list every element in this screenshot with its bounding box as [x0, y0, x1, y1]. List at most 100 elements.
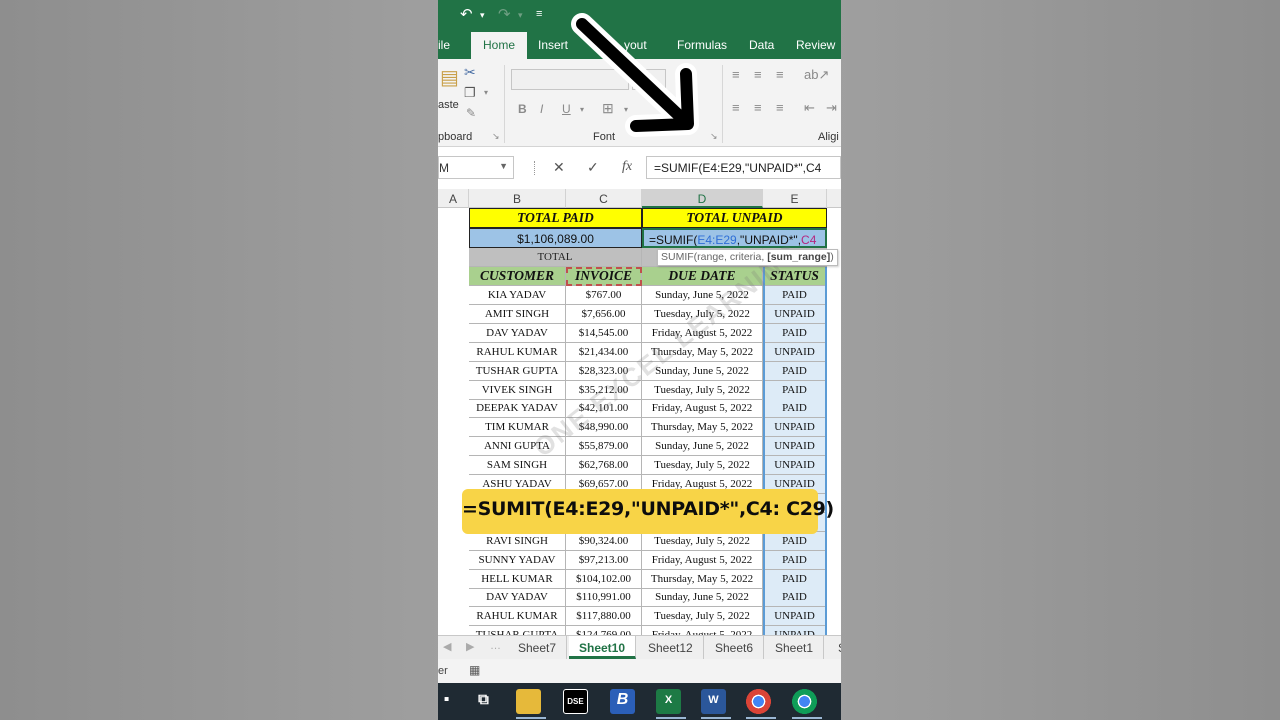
- total-paid-header[interactable]: TOTAL PAID: [469, 208, 642, 228]
- total-unpaid-editing-cell[interactable]: =SUMIF(E4:E29,"UNPAID*",C4: [642, 228, 827, 248]
- cancel-icon[interactable]: ✕: [553, 159, 565, 176]
- invoice-cell[interactable]: $117,880.00: [566, 607, 642, 626]
- sheet-tab-more[interactable]: S: [828, 636, 841, 659]
- customer-cell[interactable]: VIVEK SINGH: [469, 381, 566, 400]
- task-view-icon[interactable]: ⧉: [471, 689, 496, 714]
- more-sheets-icon[interactable]: …: [490, 640, 501, 652]
- invoice-cell[interactable]: $90,324.00: [566, 532, 642, 551]
- orientation-icon[interactable]: ab↗: [804, 67, 829, 83]
- column-header-c[interactable]: C: [566, 189, 642, 208]
- sheet-tab-sheet6[interactable]: Sheet6: [705, 636, 765, 659]
- invoice-cell[interactable]: $62,768.00: [566, 456, 642, 475]
- total-row-label[interactable]: TOTAL: [469, 248, 642, 267]
- status-cell[interactable]: UNPAID: [763, 418, 827, 437]
- status-cell[interactable]: UNPAID: [763, 626, 827, 635]
- status-cell[interactable]: PAID: [763, 551, 827, 570]
- align-middle-icon[interactable]: ≡: [754, 67, 762, 82]
- redo-dropdown-icon[interactable]: ▾: [518, 10, 523, 21]
- customer-cell[interactable]: SUNNY YADAV: [469, 551, 566, 570]
- windows-start-icon[interactable]: ▪: [438, 689, 459, 714]
- due-date-cell[interactable]: Tuesday, July 5, 2022: [642, 607, 763, 626]
- customer-cell[interactable]: HELL KUMAR: [469, 570, 566, 589]
- sheet-tab-sheet12[interactable]: Sheet12: [638, 636, 704, 659]
- status-cell[interactable]: UNPAID: [763, 607, 827, 626]
- customize-toolbar-icon[interactable]: ≡: [536, 8, 542, 20]
- column-header-a[interactable]: A: [438, 189, 469, 208]
- formula-bar-grip[interactable]: [534, 161, 536, 175]
- customer-cell[interactable]: KIA YADAV: [469, 286, 566, 305]
- column-header-f[interactable]: [827, 189, 841, 208]
- invoice-cell[interactable]: $124,769.00: [566, 626, 642, 635]
- bold-icon[interactable]: B: [518, 102, 527, 116]
- cut-icon[interactable]: ✂: [464, 64, 476, 81]
- invoice-header[interactable]: INVOICE: [566, 267, 642, 286]
- align-left-icon[interactable]: ≡: [732, 100, 740, 115]
- file-explorer-icon[interactable]: [516, 689, 541, 714]
- dse-app-icon[interactable]: DSE: [563, 689, 588, 714]
- macro-recording-icon[interactable]: ▦: [469, 663, 480, 677]
- status-cell[interactable]: PAID: [763, 324, 827, 343]
- customer-cell[interactable]: AMIT SINGH: [469, 305, 566, 324]
- paste-icon[interactable]: ▤: [440, 65, 459, 90]
- due-date-cell[interactable]: Sunday, June 5, 2022: [642, 437, 763, 456]
- decrease-indent-icon[interactable]: ⇤: [804, 100, 815, 116]
- invoice-cell[interactable]: $97,213.00: [566, 551, 642, 570]
- due-date-cell[interactable]: Thursday, May 5, 2022: [642, 570, 763, 589]
- redo-icon[interactable]: ↷: [498, 5, 511, 23]
- due-date-cell[interactable]: Sunday, June 5, 2022: [642, 588, 763, 607]
- invoice-cell[interactable]: $14,545.00: [566, 324, 642, 343]
- status-cell[interactable]: PAID: [763, 381, 827, 400]
- b-app-icon[interactable]: B: [610, 689, 635, 714]
- due-date-cell[interactable]: Tuesday, July 5, 2022: [642, 532, 763, 551]
- status-cell[interactable]: PAID: [763, 362, 827, 381]
- name-box-dropdown-icon[interactable]: ▼: [499, 161, 508, 171]
- due-date-cell[interactable]: Tuesday, July 5, 2022: [642, 381, 763, 400]
- tooltip-sum-range[interactable]: [sum_range]: [767, 251, 830, 263]
- customer-cell[interactable]: DAV YADAV: [469, 324, 566, 343]
- formula-input[interactable]: =SUMIF(E4:E29,"UNPAID*",C4: [646, 156, 841, 179]
- status-cell[interactable]: UNPAID: [763, 343, 827, 362]
- italic-icon[interactable]: I: [540, 102, 543, 116]
- customer-cell[interactable]: TUSHAR GUPTA: [469, 362, 566, 381]
- invoice-cell[interactable]: $110,991.00: [566, 588, 642, 607]
- next-sheet-icon[interactable]: ▶: [466, 640, 474, 653]
- status-cell[interactable]: PAID: [763, 399, 827, 418]
- copy-dropdown-icon[interactable]: ▾: [484, 88, 488, 97]
- paste-label[interactable]: aste: [438, 99, 459, 111]
- column-header-b[interactable]: B: [469, 189, 566, 208]
- undo-icon[interactable]: ↶: [460, 5, 473, 23]
- prev-sheet-icon[interactable]: ◀: [443, 640, 451, 653]
- tab-review[interactable]: Review: [796, 38, 835, 52]
- chrome-profile-icon[interactable]: [792, 689, 817, 714]
- name-box[interactable]: M ▼: [438, 156, 514, 179]
- status-cell[interactable]: PAID: [763, 532, 827, 551]
- insert-function-icon[interactable]: fx: [622, 159, 632, 175]
- sheet-tab-sheet7[interactable]: Sheet7: [508, 636, 568, 659]
- due-date-cell[interactable]: Friday, August 5, 2022: [642, 551, 763, 570]
- status-cell[interactable]: PAID: [763, 588, 827, 607]
- total-paid-value[interactable]: $1,106,089.00: [469, 228, 642, 248]
- sheet-tab-sheet10[interactable]: Sheet10: [569, 636, 637, 659]
- column-header-e[interactable]: E: [763, 189, 827, 208]
- customer-cell[interactable]: DAV YADAV: [469, 588, 566, 607]
- due-date-cell[interactable]: Tuesday, July 5, 2022: [642, 456, 763, 475]
- due-date-cell[interactable]: Friday, August 5, 2022: [642, 399, 763, 418]
- due-date-cell[interactable]: Friday, August 5, 2022: [642, 626, 763, 635]
- chrome-icon[interactable]: [746, 689, 771, 714]
- status-cell[interactable]: UNPAID: [763, 456, 827, 475]
- customer-cell[interactable]: TUSHAR GUPTA: [469, 626, 566, 635]
- tab-home[interactable]: Home: [471, 32, 528, 59]
- customer-header[interactable]: CUSTOMER: [469, 267, 566, 286]
- status-cell[interactable]: UNPAID: [763, 305, 827, 324]
- invoice-cell[interactable]: $767.00: [566, 286, 642, 305]
- enter-icon[interactable]: ✓: [587, 159, 599, 176]
- invoice-cell[interactable]: $55,879.00: [566, 437, 642, 456]
- status-cell[interactable]: PAID: [763, 286, 827, 305]
- format-painter-icon[interactable]: ✎: [466, 106, 476, 120]
- status-cell[interactable]: UNPAID: [763, 437, 827, 456]
- align-top-icon[interactable]: ≡: [732, 67, 740, 82]
- clipboard-launcher-icon[interactable]: ↘: [492, 131, 500, 142]
- word-app-icon[interactable]: W: [701, 689, 726, 714]
- worksheet-grid[interactable]: A B C D E TOTAL PAID TOTAL UNPAID $1,106,0…: [438, 189, 841, 635]
- align-bottom-icon[interactable]: ≡: [776, 67, 784, 82]
